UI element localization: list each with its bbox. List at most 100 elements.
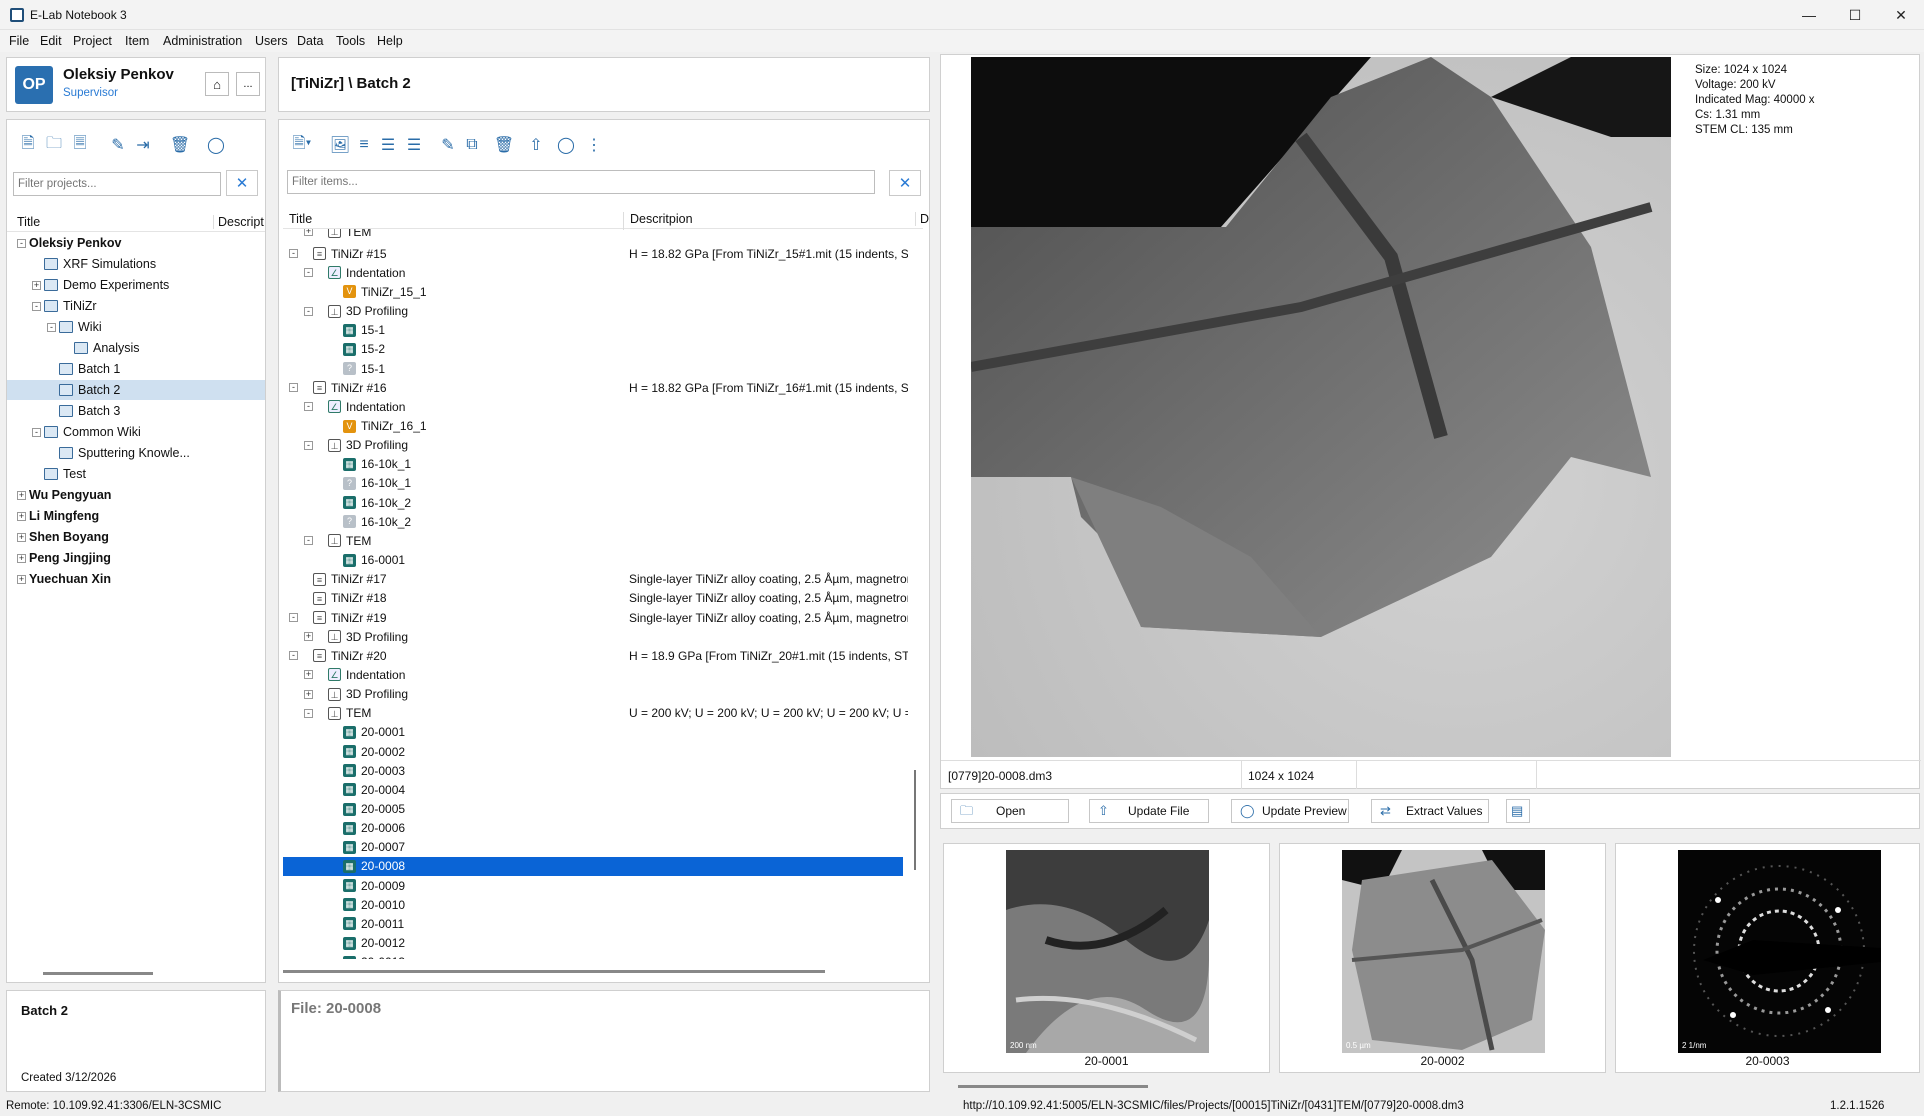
project-tree-item[interactable]: Batch 3 xyxy=(7,401,265,421)
project-tree-item[interactable]: Batch 2 xyxy=(7,380,265,400)
menu-file[interactable]: File xyxy=(9,34,29,48)
more-button[interactable]: ... xyxy=(236,72,260,96)
thumbnail-3[interactable]: 2 1/nm 20-0003 xyxy=(1615,843,1920,1073)
item-tree-row[interactable]: - ≡ TiNiZr #15 H = 18.82 GPa [From TiNiZr_1… xyxy=(283,244,908,263)
new-subproject-icon[interactable]: 🗏 xyxy=(69,134,91,156)
item-tree-row[interactable]: V TiNiZr_16_1 xyxy=(283,417,903,436)
refresh-icon[interactable]: ◯ xyxy=(205,134,227,156)
item-tree-row[interactable]: - ⊥ 3D Profiling xyxy=(283,302,903,321)
menu-edit[interactable]: Edit xyxy=(40,34,62,48)
collapse-icon[interactable]: - xyxy=(304,440,313,450)
item-tree-row[interactable]: ▦ 20-0013 xyxy=(283,953,903,959)
item-tree-row[interactable]: ? 16-10k_2 xyxy=(283,512,903,531)
delete-item-icon[interactable]: 🗑 xyxy=(493,134,515,156)
item-tree-row[interactable]: ≡ TiNiZr #18 Single-layer TiNiZr alloy coa… xyxy=(283,589,908,608)
edit-icon[interactable]: ✎ xyxy=(107,134,129,156)
item-tree-row[interactable]: ▦ 16-10k_1 xyxy=(283,455,903,474)
collapse-icon[interactable]: - xyxy=(304,536,313,546)
item-tree-row[interactable]: ▦ 20-0002 xyxy=(283,742,903,761)
thumbnail-2[interactable]: 0.5 µm 20-0002 xyxy=(1279,843,1606,1073)
project-tree-item[interactable]: - Oleksiy Penkov xyxy=(7,233,265,253)
close-window-button[interactable]: ✕ xyxy=(1878,0,1924,30)
delete-icon[interactable]: 🗑 xyxy=(169,134,191,156)
export-icon[interactable]: ⇧ xyxy=(525,134,547,156)
gallery-view-button[interactable]: ▤ xyxy=(1506,799,1530,823)
expand-icon[interactable]: + xyxy=(32,280,41,290)
item-tree-row[interactable]: ? 15-1 xyxy=(283,359,903,378)
list-add-icon[interactable]: ☰ xyxy=(377,134,399,156)
collapse-icon[interactable]: - xyxy=(17,238,26,248)
project-tree-item[interactable]: - TiNiZr xyxy=(7,296,265,316)
project-tree-item[interactable]: + Peng Jingjing xyxy=(7,548,265,568)
new-project-icon[interactable]: 🗎 xyxy=(17,134,39,156)
project-tree-item[interactable]: + Yuechuan Xin xyxy=(7,569,265,589)
menu-tools[interactable]: Tools xyxy=(336,34,365,48)
list-check-icon[interactable]: ☰ xyxy=(403,134,425,156)
item-tree-row[interactable]: ▦ 15-1 xyxy=(283,321,903,340)
item-tree-row[interactable]: - ≡ TiNiZr #20 H = 18.9 GPa [From TiNiZr_20… xyxy=(283,646,908,665)
expand-icon[interactable]: + xyxy=(17,574,26,584)
minimize-button[interactable]: — xyxy=(1786,0,1832,30)
collapse-icon[interactable]: - xyxy=(289,651,298,661)
item-tree-row[interactable]: ≡ TiNiZr #17 Single-layer TiNiZr alloy coa… xyxy=(283,570,908,589)
collapse-icon[interactable]: - xyxy=(289,613,298,622)
project-tree-item[interactable]: Analysis xyxy=(7,338,265,358)
project-tree-item[interactable]: Batch 1 xyxy=(7,359,265,379)
collapse-icon[interactable]: - xyxy=(304,708,313,718)
import-image-icon[interactable]: 🖼 xyxy=(329,134,351,156)
expand-icon[interactable]: + xyxy=(304,670,313,680)
collapse-icon[interactable]: - xyxy=(304,306,313,316)
menu-project[interactable]: Project xyxy=(73,34,112,48)
thumbnail-1[interactable]: 200 nm 20-0001 xyxy=(943,843,1270,1073)
menu-administration[interactable]: Administration xyxy=(163,34,242,48)
edit-item-icon[interactable]: ✎ xyxy=(437,134,459,156)
home-button[interactable]: ⌂ xyxy=(205,72,229,96)
items-vscrollbar[interactable] xyxy=(914,770,916,870)
item-tree-row[interactable]: - ⊥ TEM U = 200 kV; U = 200 kV; U = 200 kV;… xyxy=(283,704,908,723)
collapse-icon[interactable]: - xyxy=(304,268,313,278)
move-icon[interactable]: ⇥ xyxy=(132,134,154,156)
item-tree-row[interactable]: ▦ 20-0009 xyxy=(283,876,903,895)
thumbnails-scrollbar[interactable] xyxy=(958,1085,1148,1088)
item-tree-row[interactable]: ▦ 20-0005 xyxy=(283,800,903,819)
item-tree-row[interactable]: + ∠ Indentation xyxy=(283,665,903,684)
maximize-button[interactable]: ☐ xyxy=(1832,0,1878,30)
item-tree-row[interactable]: ▦ 16-10k_2 xyxy=(283,493,903,512)
item-tree-row[interactable]: - ≡ TiNiZr #16 H = 18.82 GPa [From TiNiZr_1… xyxy=(283,378,908,397)
collapse-icon[interactable]: - xyxy=(304,402,313,412)
project-tree-item[interactable]: + Shen Boyang xyxy=(7,527,265,547)
item-tree-row[interactable]: - ∠ Indentation xyxy=(283,397,903,416)
expand-icon[interactable]: + xyxy=(17,553,26,563)
item-tree-row[interactable]: - ⊥ TEM xyxy=(283,531,903,550)
project-tree-item[interactable]: + Wu Pengyuan xyxy=(7,485,265,505)
sort-icon[interactable]: ≡ xyxy=(353,134,375,156)
item-tree-row[interactable]: ▦ 20-0012 xyxy=(283,934,903,953)
expand-icon[interactable]: + xyxy=(304,229,313,236)
project-tree-item[interactable]: Test xyxy=(7,464,265,484)
refresh-items-icon[interactable]: ◯ xyxy=(555,134,577,156)
new-folder-icon[interactable]: 🗀 xyxy=(43,134,65,156)
project-tree-item[interactable]: Sputtering Knowle... xyxy=(7,443,265,463)
item-tree-row[interactable]: ▦ 20-0006 xyxy=(283,819,903,838)
collapse-icon[interactable]: - xyxy=(32,301,41,311)
project-tree-item[interactable]: XRF Simulations xyxy=(7,254,265,274)
expand-icon[interactable]: + xyxy=(17,511,26,521)
item-tree-row[interactable]: - ∠ Indentation xyxy=(283,263,903,282)
project-tree-item[interactable]: + Li Mingfeng xyxy=(7,506,265,526)
extract-values-button[interactable]: ⇄ Extract Values xyxy=(1371,799,1489,823)
item-tree-row[interactable]: ▦ 20-0007 xyxy=(283,838,903,857)
items-hscrollbar[interactable] xyxy=(283,970,825,973)
item-tree-row[interactable]: + ⊥ TEM xyxy=(283,229,903,241)
filter-projects-input[interactable] xyxy=(13,172,221,196)
update-file-button[interactable]: ⇧ Update File xyxy=(1089,799,1209,823)
expand-icon[interactable]: + xyxy=(17,532,26,542)
copy-icon[interactable]: ⧉ xyxy=(461,134,483,156)
expand-icon[interactable]: + xyxy=(304,632,313,642)
item-tree-row[interactable]: ? 16-10k_1 xyxy=(283,474,903,493)
tem-image[interactable] xyxy=(971,57,1671,757)
item-tree-row[interactable]: ▦ 20-0010 xyxy=(283,895,903,914)
collapse-icon[interactable]: - xyxy=(47,322,56,332)
menu-help[interactable]: Help xyxy=(377,34,403,48)
filter-items-input[interactable] xyxy=(287,170,875,194)
menu-item[interactable]: Item xyxy=(125,34,149,48)
